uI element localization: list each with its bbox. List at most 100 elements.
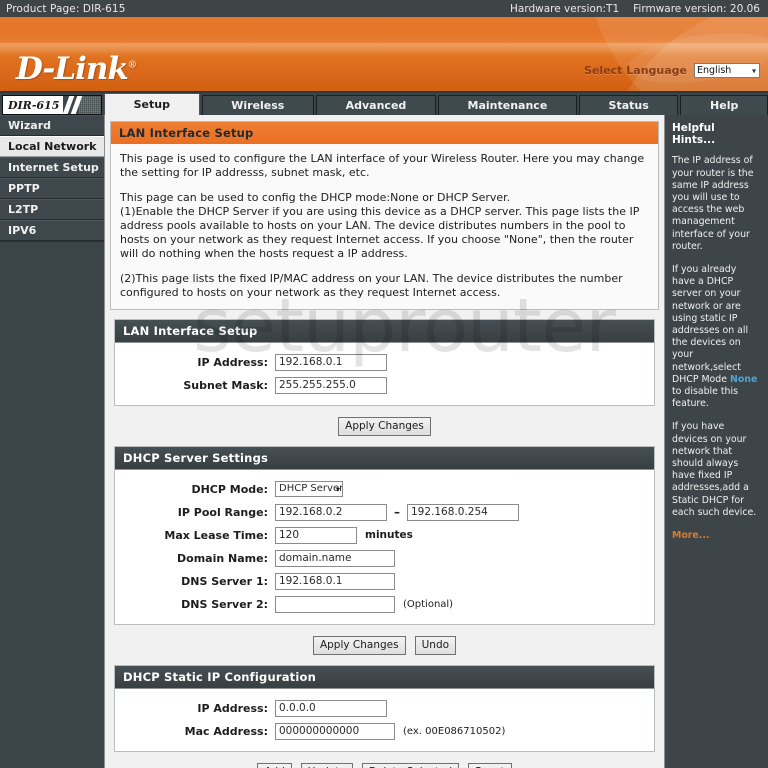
lan-subnet-mask-label: Subnet Mask: bbox=[183, 378, 268, 392]
ip-pool-end-input[interactable]: 192.168.0.254 bbox=[407, 503, 519, 521]
main-tabs: DIR-615 Setup Wireless Advanced Maintena… bbox=[0, 93, 768, 115]
ip-pool-range-dash: – bbox=[394, 505, 400, 519]
dhcp-static-ip-config-form: IP Address: 0.0.0.0 Mac Address: 0000000… bbox=[115, 689, 654, 751]
static-ip-update-button[interactable]: Update bbox=[300, 763, 353, 768]
dhcp-undo-button[interactable]: Undo bbox=[414, 636, 457, 655]
lan-interface-setup-form: IP Address: 192.168.0.1 Subnet Mask: 255… bbox=[115, 343, 654, 405]
static-mac-address-row: Mac Address: 000000000000 (ex. 00E086710… bbox=[115, 721, 654, 741]
domain-name-label: Domain Name: bbox=[177, 551, 268, 565]
tab-status[interactable]: Status bbox=[578, 95, 679, 115]
tab-wireless[interactable]: Wireless bbox=[201, 95, 314, 115]
ip-pool-range-row: IP Pool Range: 192.168.0.2 – 192.168.0.2… bbox=[115, 502, 654, 522]
intro-paragraph-3: (2)This page lists the fixed IP/MAC addr… bbox=[120, 272, 623, 299]
lan-ip-address-input[interactable]: 192.168.0.1 bbox=[275, 353, 387, 371]
static-mac-address-input[interactable]: 000000000000 bbox=[275, 722, 395, 740]
page-shell: Wizard Local Network Internet Setup PPTP… bbox=[0, 115, 768, 768]
dns-server-2-label: DNS Server 2: bbox=[181, 597, 268, 611]
chevron-down-icon: ▾ bbox=[751, 66, 756, 75]
dlink-logo-text: D-Link bbox=[16, 51, 129, 87]
lan-subnet-mask-row: Subnet Mask: 255.255.255.0 bbox=[115, 375, 654, 395]
static-ip-address-input[interactable]: 0.0.0.0 bbox=[275, 699, 387, 717]
dhcp-mode-row: DHCP Mode: DHCP Server ▾ bbox=[115, 479, 654, 499]
lan-subnet-mask-input[interactable]: 255.255.255.0 bbox=[275, 376, 387, 394]
tab-advanced[interactable]: Advanced bbox=[315, 95, 436, 115]
lan-apply-button-row: Apply Changes bbox=[110, 406, 659, 446]
sidebar-item-pptp[interactable]: PPTP bbox=[0, 178, 104, 199]
static-ip-address-row: IP Address: 0.0.0.0 bbox=[115, 698, 654, 718]
sidebar-item-internet-setup[interactable]: Internet Setup bbox=[0, 157, 104, 178]
tab-help[interactable]: Help bbox=[680, 95, 768, 115]
max-lease-time-label: Max Lease Time: bbox=[164, 528, 268, 542]
sidebar-item-l2tp[interactable]: L2TP bbox=[0, 199, 104, 220]
dns-server-1-input[interactable]: 192.168.0.1 bbox=[275, 572, 395, 590]
tab-setup[interactable]: Setup bbox=[104, 93, 200, 115]
static-mac-address-example: (ex. 00E086710502) bbox=[403, 725, 506, 737]
hint-2-before: If you already have a DHCP server on you… bbox=[672, 264, 749, 385]
sidebar-item-local-network[interactable]: Local Network bbox=[0, 136, 104, 157]
hints-more-link[interactable]: More... bbox=[672, 530, 761, 542]
sidebar-item-wizard[interactable]: Wizard bbox=[0, 115, 104, 136]
dns-server-2-note: (Optional) bbox=[403, 598, 454, 610]
dhcp-mode-label: DHCP Mode: bbox=[191, 482, 268, 496]
registered-trademark-icon: ® bbox=[127, 60, 137, 71]
hint-2-accent-none: None bbox=[729, 373, 758, 385]
sidebar-filler bbox=[0, 241, 104, 242]
sidebar-nav: Wizard Local Network Internet Setup PPTP… bbox=[0, 115, 104, 768]
helpful-hints-panel: Helpful Hints... The IP address of your … bbox=[665, 115, 768, 768]
tab-maintenance[interactable]: Maintenance bbox=[437, 95, 577, 115]
select-language-label: Select Language bbox=[584, 64, 687, 77]
hint-2-after: to disable this feature. bbox=[672, 386, 738, 410]
intro-paragraph-2-line-1: This page can be used to config the DHCP… bbox=[120, 191, 511, 204]
static-ip-add-button[interactable]: Add bbox=[257, 763, 292, 768]
badge-slash-decoration bbox=[63, 96, 83, 114]
chevron-down-icon: ▾ bbox=[335, 485, 340, 494]
lan-ip-address-row: IP Address: 192.168.0.1 bbox=[115, 352, 654, 372]
ip-pool-range-label: IP Pool Range: bbox=[177, 505, 268, 519]
dhcp-server-settings-title: DHCP Server Settings bbox=[115, 447, 654, 470]
dlink-logo: D-Link® bbox=[16, 51, 137, 87]
language-select[interactable]: English ▾ bbox=[694, 63, 760, 78]
dhcp-apply-changes-button[interactable]: Apply Changes bbox=[312, 636, 406, 655]
sidebar-item-ipv6[interactable]: IPV6 bbox=[0, 220, 104, 241]
max-lease-time-row: Max Lease Time: 120 minutes bbox=[115, 525, 654, 545]
lan-intro-body: This page is used to configure the LAN i… bbox=[111, 144, 658, 309]
dhcp-mode-select-value: DHCP Server bbox=[279, 483, 343, 494]
device-model-badge: DIR-615 bbox=[2, 95, 102, 115]
max-lease-time-input[interactable]: 120 bbox=[275, 526, 357, 544]
device-model-label: DIR-615 bbox=[3, 96, 64, 114]
hint-paragraph-3: If you have devices on your network that… bbox=[672, 421, 757, 518]
main-content: setuprouter LAN Interface Setup This pag… bbox=[104, 115, 665, 768]
lan-interface-setup-title: LAN Interface Setup bbox=[115, 320, 654, 343]
firmware-version-label: Firmware version: 20.06 bbox=[633, 2, 760, 15]
intro-paragraph-2-line-2: (1)Enable the DHCP Server if you are usi… bbox=[120, 205, 640, 260]
static-ip-delete-selected-button[interactable]: Delete Selected bbox=[361, 763, 460, 768]
static-ip-reset-button[interactable]: Reset bbox=[468, 763, 512, 768]
hardware-version-label: Hardware version:T1 bbox=[510, 2, 620, 15]
domain-name-input[interactable]: domain.name bbox=[275, 549, 395, 567]
lan-intro-title: LAN Interface Setup bbox=[111, 122, 658, 144]
language-selector-group: Select Language English ▾ bbox=[584, 63, 760, 78]
dhcp-mode-select[interactable]: DHCP Server ▾ bbox=[275, 481, 343, 497]
max-lease-time-unit: minutes bbox=[365, 529, 413, 541]
helpful-hints-title: Helpful Hints... bbox=[672, 122, 716, 147]
hint-paragraph-2: If you already have a DHCP server on you… bbox=[672, 264, 761, 410]
intro-paragraph-1: This page is used to configure the LAN i… bbox=[120, 152, 645, 179]
domain-name-row: Domain Name: domain.name bbox=[115, 548, 654, 568]
dhcp-static-ip-config-section: DHCP Static IP Configuration IP Address:… bbox=[114, 665, 655, 752]
ip-pool-start-input[interactable]: 192.168.0.2 bbox=[275, 503, 387, 521]
dns-server-2-input[interactable] bbox=[275, 595, 395, 613]
dhcp-server-settings-section: DHCP Server Settings DHCP Mode: DHCP Ser… bbox=[114, 446, 655, 625]
product-page-label: Product Page: DIR-615 bbox=[6, 2, 126, 15]
badge-hatch-decoration bbox=[79, 96, 101, 114]
static-mac-address-label: Mac Address: bbox=[184, 724, 268, 738]
lan-interface-setup-section: LAN Interface Setup IP Address: 192.168.… bbox=[114, 319, 655, 406]
product-topbar: Product Page: DIR-615 Hardware version:T… bbox=[0, 0, 768, 17]
lan-apply-changes-button[interactable]: Apply Changes bbox=[338, 417, 431, 436]
language-select-value: English bbox=[697, 65, 732, 76]
dhcp-server-settings-form: DHCP Mode: DHCP Server ▾ IP Pool Range: … bbox=[115, 470, 654, 624]
dhcp-static-ip-config-title: DHCP Static IP Configuration bbox=[115, 666, 654, 689]
static-ip-button-row: Add Update Delete Selected Reset bbox=[110, 752, 659, 768]
brand-banner: D-Link® Select Language English ▾ bbox=[0, 17, 768, 93]
static-ip-address-label: IP Address: bbox=[197, 701, 268, 715]
lan-intro-panel: LAN Interface Setup This page is used to… bbox=[110, 121, 659, 310]
